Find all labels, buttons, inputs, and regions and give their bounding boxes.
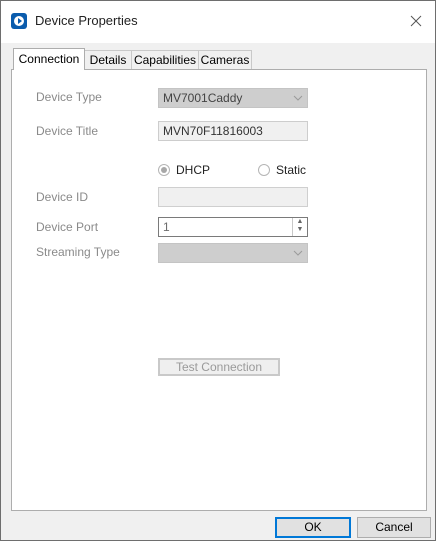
tab-cameras[interactable]: Cameras [198,50,252,69]
device-port-stepper[interactable]: 1 ▲ ▼ [158,217,308,237]
tab-capabilities[interactable]: Capabilities [131,50,199,69]
tab-details[interactable]: Details [84,50,132,69]
chevron-down-icon [293,95,303,101]
device-port-value: 1 [163,220,170,234]
tab-connection[interactable]: Connection [13,48,85,70]
test-connection-button[interactable]: Test Connection [158,358,280,376]
spin-buttons[interactable]: ▲ ▼ [292,218,307,236]
device-title-label: Device Title [36,124,99,138]
connection-panel: Device Type MV7001Caddy Device Title MVN… [11,69,427,511]
static-label: Static [276,163,307,177]
device-type-value: MV7001Caddy [163,91,243,105]
device-title-value: MVN70F11816003 [163,124,263,138]
device-type-label: Device Type [36,90,102,104]
device-type-select[interactable]: MV7001Caddy [158,88,308,108]
device-properties-window: Device Properties Connection Details Cap… [0,0,436,541]
close-icon[interactable] [405,10,427,32]
streaming-type-select[interactable] [158,243,308,263]
streaming-type-label: Streaming Type [36,245,120,259]
device-port-label: Device Port [36,220,99,234]
spin-down-icon[interactable]: ▼ [293,226,307,234]
spin-up-icon[interactable]: ▲ [293,218,307,226]
device-id-field[interactable] [158,187,308,207]
static-radio[interactable] [258,164,270,176]
app-icon [11,13,27,29]
device-id-label: Device ID [36,190,89,204]
chevron-down-icon [293,250,303,256]
cancel-button[interactable]: Cancel [357,517,431,538]
dhcp-radio[interactable] [158,164,170,176]
device-title-field[interactable]: MVN70F11816003 [158,121,308,141]
ok-button[interactable]: OK [275,517,351,538]
window-title: Device Properties [35,13,138,28]
title-bar: Device Properties [1,1,435,43]
dhcp-label: DHCP [176,163,211,177]
